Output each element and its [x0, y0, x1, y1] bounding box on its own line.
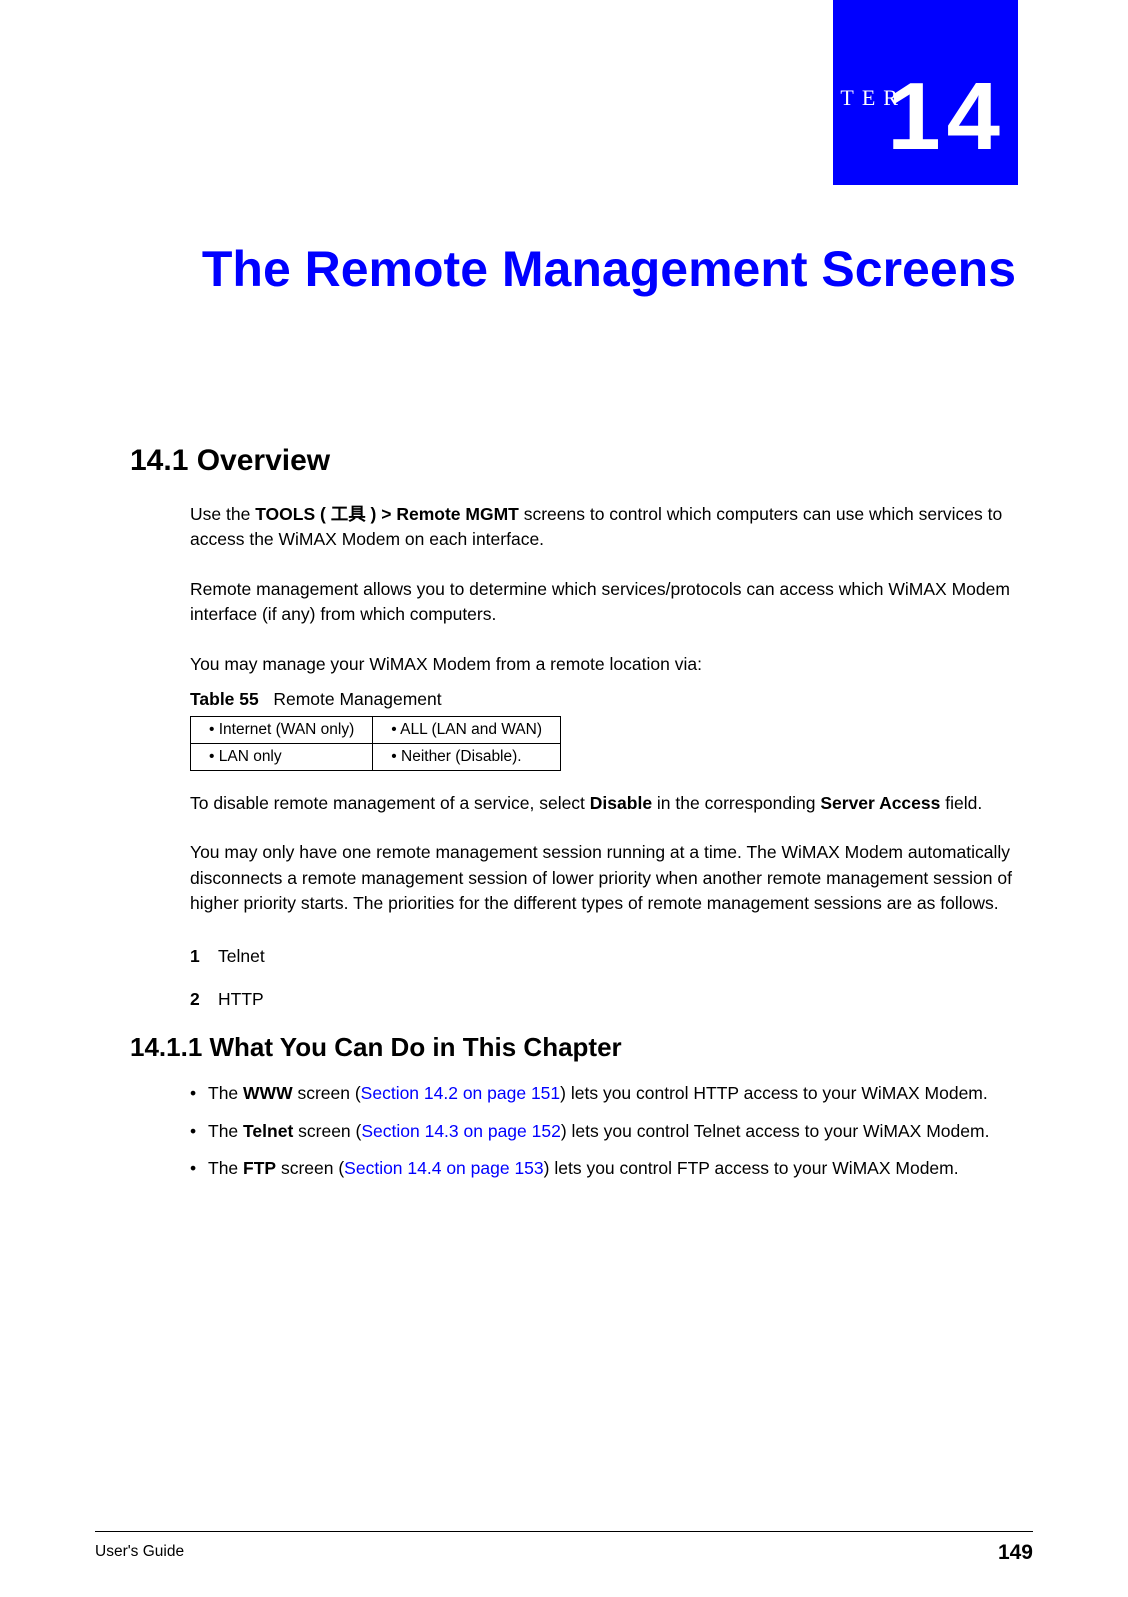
table-row: Internet (WAN only) ALL (LAN and WAN) — [191, 716, 561, 743]
list-text: The WWW screen (Section 14.2 on page 151… — [208, 1081, 988, 1106]
list-text: The FTP screen (Section 14.4 on page 153… — [208, 1156, 959, 1181]
text-run: The — [208, 1158, 243, 1178]
text-run-bold: WWW — [243, 1083, 293, 1103]
text-run: To disable remote management of a servic… — [190, 793, 590, 813]
xref-link[interactable]: Section 14.2 on page 151 — [361, 1083, 560, 1103]
content-area: 14.1 Overview Use the TOOLS ( 工具 ) > Rem… — [130, 444, 1016, 1194]
table-55-caption: Table 55 Remote Management — [190, 689, 1016, 710]
footer-rule — [95, 1531, 1033, 1532]
text-run-bold: FTP — [243, 1158, 276, 1178]
bullet-list-what-you-can-do: • The WWW screen (Section 14.2 on page 1… — [190, 1081, 1016, 1181]
list-text: HTTP — [218, 989, 264, 1010]
table-remote-management: Internet (WAN only) ALL (LAN and WAN) LA… — [190, 716, 561, 771]
paragraph-priority: You may only have one remote management … — [190, 840, 1016, 916]
list-number: 2 — [190, 989, 218, 1010]
list-item: • The Telnet screen (Section 14.3 on pag… — [190, 1119, 1016, 1144]
section-14-1-1-heading: 14.1.1 What You Can Do in This Chapter — [130, 1032, 1016, 1063]
paragraph-overview-2: Remote management allows you to determin… — [190, 577, 1016, 628]
text-run: ) lets you control FTP access to your Wi… — [544, 1158, 959, 1178]
text-run: ) lets you control Telnet access to your… — [561, 1121, 990, 1141]
text-run: screen ( — [293, 1121, 361, 1141]
document-page: CHAPTER 14 The Remote Management Screens… — [0, 0, 1128, 1597]
text-run: in the corresponding — [652, 793, 820, 813]
list-item: • The WWW screen (Section 14.2 on page 1… — [190, 1081, 1016, 1106]
footer-guide-label: User's Guide — [95, 1543, 184, 1561]
text-run-bold: Disable — [590, 793, 652, 813]
list-text: The Telnet screen (Section 14.3 on page … — [208, 1119, 989, 1144]
section-14-1-heading: 14.1 Overview — [130, 444, 1016, 478]
table-cell: Neither (Disable). — [373, 743, 561, 770]
xref-link[interactable]: Section 14.3 on page 152 — [361, 1121, 560, 1141]
list-item: 1 Telnet — [190, 946, 1016, 967]
text-run: field. — [940, 793, 982, 813]
list-number: 1 — [190, 946, 218, 967]
table-row: LAN only Neither (Disable). — [191, 743, 561, 770]
xref-link[interactable]: Section 14.4 on page 153 — [344, 1158, 543, 1178]
chapter-prefix: CHAPTER — [750, 85, 906, 111]
text-run: The — [208, 1083, 243, 1103]
list-item: 2 HTTP — [190, 989, 1016, 1010]
text-run-bold: Telnet — [243, 1121, 293, 1141]
chapter-number: 14 — [887, 69, 1006, 165]
text-run: The — [208, 1121, 243, 1141]
chapter-tab: CHAPTER 14 — [833, 0, 1018, 185]
table-title: Remote Management — [273, 689, 441, 709]
bullet-icon: • — [190, 1081, 208, 1106]
text-run-bold: TOOLS ( 工具 ) > Remote MGMT — [255, 504, 519, 524]
bullet-icon: • — [190, 1119, 208, 1144]
text-run: ) lets you control HTTP access to your W… — [560, 1083, 988, 1103]
chapter-title: The Remote Management Screens — [130, 238, 1016, 301]
paragraph-disable: To disable remote management of a servic… — [190, 791, 1016, 816]
table-cell: Internet (WAN only) — [191, 716, 373, 743]
table-label: Table 55 — [190, 689, 259, 709]
bullet-icon: • — [190, 1156, 208, 1181]
list-item: • The FTP screen (Section 14.4 on page 1… — [190, 1156, 1016, 1181]
table-cell: ALL (LAN and WAN) — [373, 716, 561, 743]
text-run: screen ( — [293, 1083, 361, 1103]
text-run: screen ( — [276, 1158, 344, 1178]
text-run: Use the — [190, 504, 255, 524]
paragraph-overview-3: You may manage your WiMAX Modem from a r… — [190, 652, 1016, 677]
table-cell: LAN only — [191, 743, 373, 770]
text-run-bold: Server Access — [820, 793, 940, 813]
numbered-list-priorities: 1 Telnet 2 HTTP — [190, 946, 1016, 1010]
footer-page-number: 149 — [998, 1541, 1033, 1565]
list-text: Telnet — [218, 946, 265, 967]
paragraph-overview-1: Use the TOOLS ( 工具 ) > Remote MGMT scree… — [190, 502, 1016, 553]
